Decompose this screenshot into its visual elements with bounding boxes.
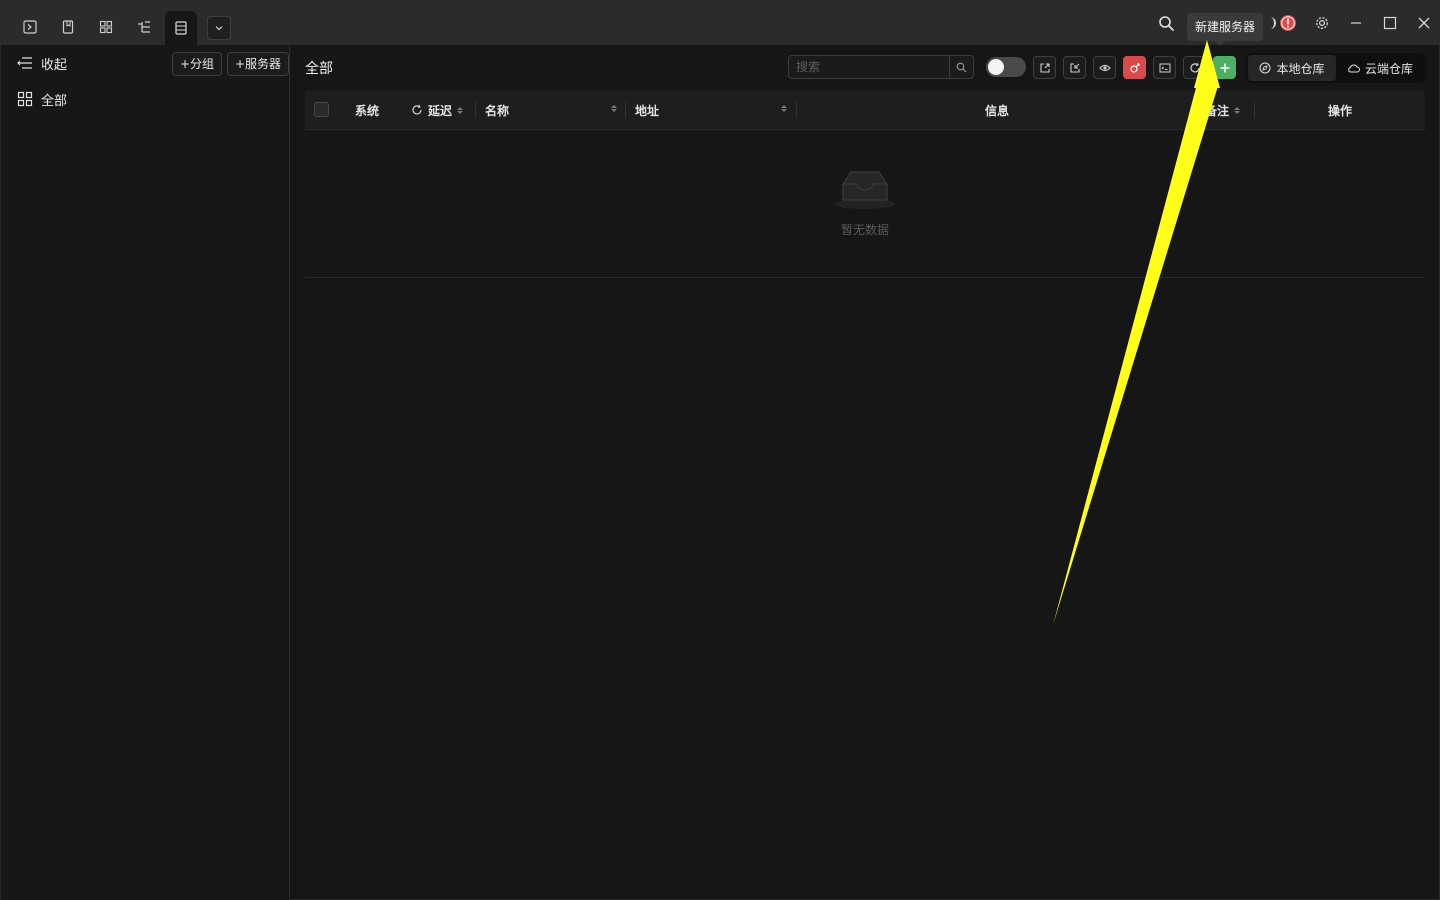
app-window: 新建服务器 收起 +分组 +服务器 全部 全部 搜索 本地仓库 云端仓库 系统 … [0, 0, 1440, 900]
collapse-label: 收起 [41, 57, 68, 73]
table-header: 系统 延迟 名称 地址 信息 备注 操作 [305, 90, 1425, 130]
search-icon [956, 62, 967, 72]
new-server-button[interactable] [1213, 56, 1236, 79]
add-server-button[interactable]: +服务器 [227, 52, 290, 76]
refresh-icon[interactable] [411, 104, 423, 116]
add-group-button[interactable]: +分组 [172, 52, 223, 76]
tab-dropdown-button[interactable] [207, 16, 231, 40]
server-list-icon[interactable] [165, 11, 197, 45]
export-button[interactable] [1033, 56, 1056, 79]
column-divider [796, 102, 797, 118]
local-storage-label: 本地仓库 [1276, 61, 1325, 76]
search-box [788, 55, 974, 79]
grid-icon[interactable] [90, 11, 122, 43]
column-latency[interactable]: 延迟 [411, 90, 464, 130]
terminal-icon [1159, 63, 1170, 72]
sidebar-item-all[interactable]: 全部 [17, 88, 67, 110]
column-address[interactable]: 地址 [635, 90, 659, 130]
new-server-tooltip: 新建服务器 [1187, 13, 1264, 46]
view-button[interactable] [1093, 56, 1116, 79]
import-button[interactable] [1063, 56, 1086, 79]
cloud-icon [1348, 64, 1360, 73]
grid-icon [17, 91, 33, 107]
cloud-storage-tab[interactable]: 云端仓库 [1336, 55, 1424, 81]
empty-text: 暂无数据 [840, 223, 889, 237]
plus-icon [1220, 63, 1229, 72]
empty-inbox-icon [835, 171, 895, 209]
gear-icon[interactable] [1307, 9, 1337, 37]
column-divider [625, 102, 626, 118]
refresh-icon [1189, 62, 1200, 72]
column-divider [1254, 102, 1255, 118]
search-button[interactable] [949, 56, 973, 78]
tree-icon[interactable] [128, 11, 160, 43]
maximize-icon[interactable] [1375, 9, 1405, 37]
sort-icon[interactable] [1234, 106, 1241, 114]
export-icon [1039, 62, 1050, 73]
column-action-label: 操作 [1328, 103, 1353, 118]
view-toggle[interactable] [986, 57, 1026, 77]
collapse-button[interactable]: 收起 [17, 52, 67, 74]
bookmark-icon[interactable] [52, 11, 84, 43]
alert-icon[interactable] [1273, 9, 1303, 37]
terminal-button[interactable] [1153, 56, 1176, 79]
column-name[interactable]: 名称 [485, 90, 509, 130]
search-input[interactable] [789, 56, 949, 78]
search-icon[interactable] [1151, 9, 1181, 37]
column-name-label: 名称 [485, 103, 510, 118]
column-info-label: 信息 [985, 103, 1010, 118]
chevron-down-icon [215, 26, 223, 31]
eye-icon [1098, 64, 1111, 71]
column-info: 信息 [985, 90, 1009, 130]
terminal-icon[interactable] [14, 11, 46, 43]
sort-icon[interactable] [611, 105, 617, 112]
empty-state: 暂无数据 [305, 130, 1425, 278]
column-action: 操作 [1328, 90, 1352, 130]
column-system-label: 系统 [355, 103, 380, 118]
sort-icon[interactable] [781, 105, 787, 112]
select-all-checkbox[interactable] [314, 102, 329, 117]
sort-icon[interactable] [457, 106, 464, 114]
cloud-storage-label: 云端仓库 [1364, 61, 1413, 76]
sidebar: 收起 +分组 +服务器 全部 [1, 45, 290, 900]
minimize-icon[interactable] [1341, 9, 1371, 37]
import-icon [1069, 62, 1080, 73]
tag-button[interactable] [1123, 56, 1146, 79]
storage-switcher: 本地仓库 云端仓库 [1246, 53, 1426, 83]
sidebar-item-label: 全部 [41, 93, 68, 109]
column-divider [475, 102, 476, 118]
column-latency-label: 延迟 [428, 103, 453, 118]
compass-icon [1259, 62, 1271, 74]
close-icon[interactable] [1409, 9, 1439, 37]
column-note[interactable]: 备注 [1205, 90, 1241, 130]
column-address-label: 地址 [635, 103, 660, 118]
page-title: 全部 [305, 61, 333, 77]
local-storage-tab[interactable]: 本地仓库 [1248, 55, 1336, 81]
tag-icon [1129, 62, 1140, 73]
column-note-label: 备注 [1205, 103, 1230, 118]
refresh-button[interactable] [1183, 56, 1206, 79]
collapse-icon [17, 57, 32, 69]
column-system[interactable]: 系统 [355, 90, 379, 130]
